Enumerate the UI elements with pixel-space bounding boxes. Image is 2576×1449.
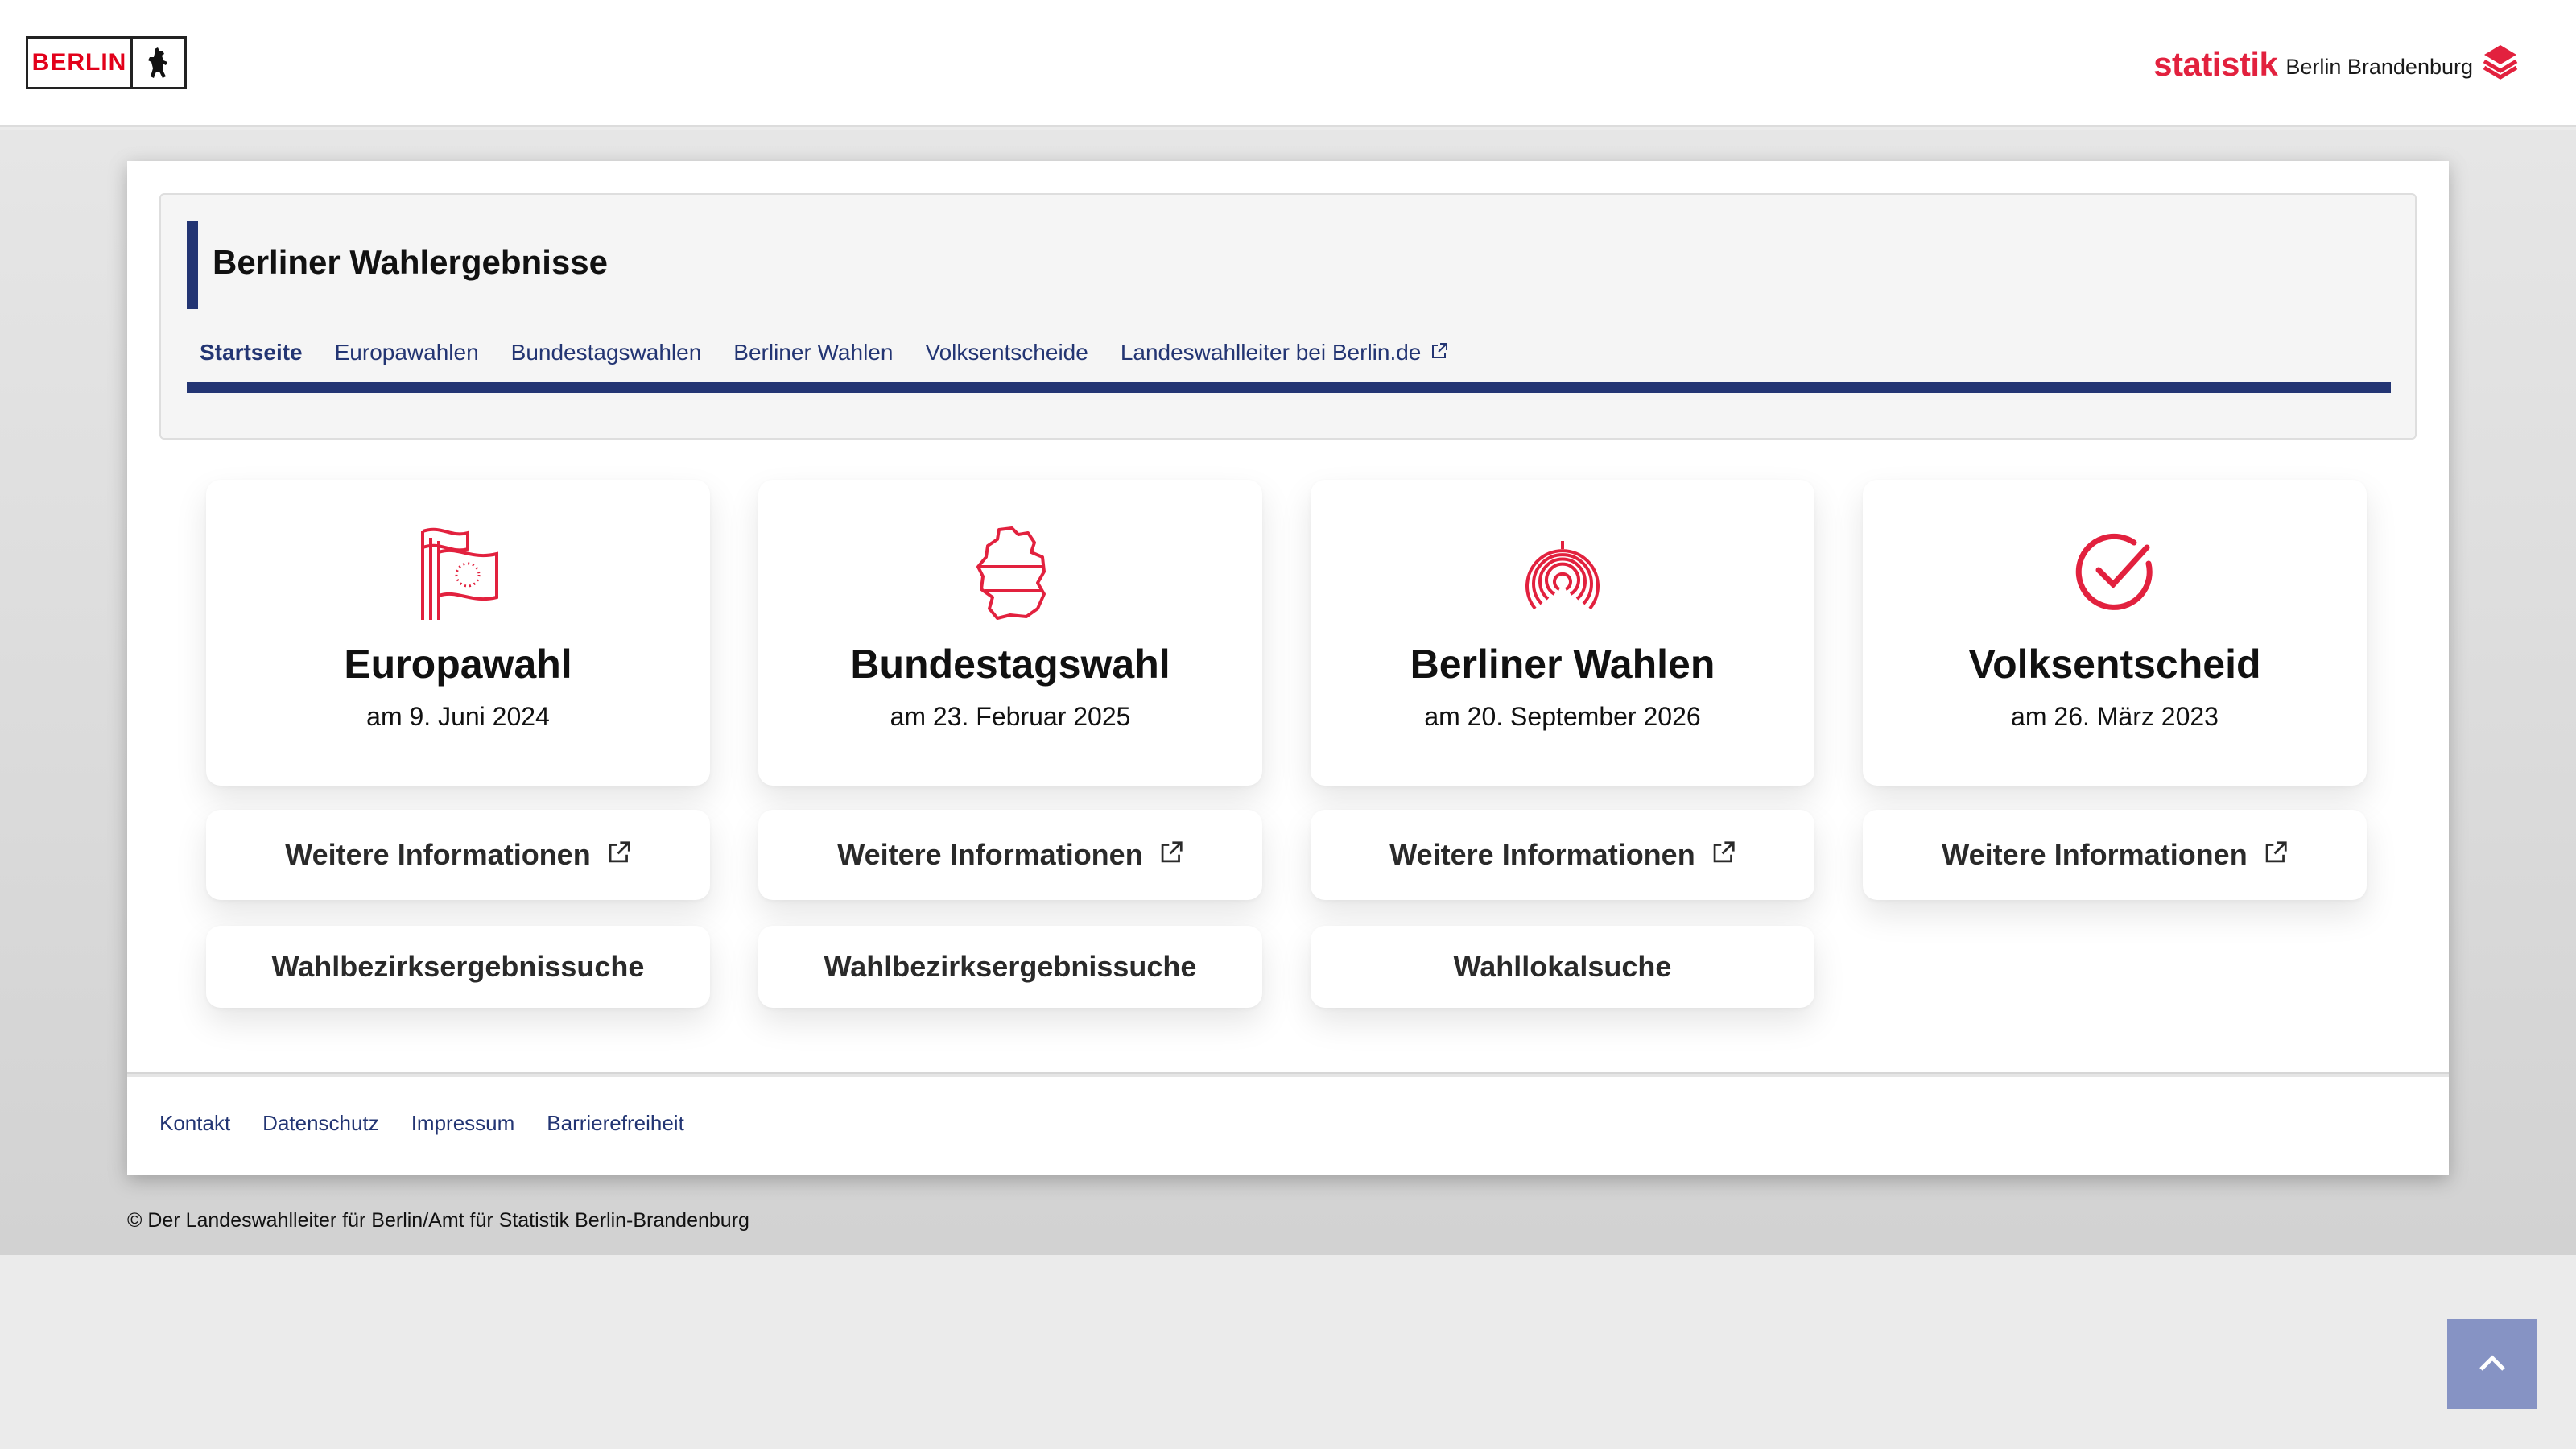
info-button-label: Weitere Informationen: [1942, 838, 2248, 871]
card-volksentscheid[interactable]: Volksentscheid am 26. März 2023: [1863, 480, 2367, 786]
footer-link-kontakt[interactable]: Kontakt: [159, 1111, 230, 1136]
external-link-icon: [1430, 340, 1448, 365]
arc-icon: [1522, 525, 1603, 621]
info-button-berliner-wahlen[interactable]: Weitere Informationen: [1311, 810, 1814, 900]
statistik-cube-icon: [2481, 43, 2520, 86]
chevron-up-icon: [2476, 1352, 2508, 1377]
card-title: Volksentscheid: [1968, 642, 2261, 687]
card-title: Europawahl: [344, 642, 572, 687]
search-button-label: Wahllokalsuche: [1453, 950, 1672, 983]
card-europawahl[interactable]: Europawahl am 9. Juni 2024: [206, 480, 710, 786]
card-title: Bundestagswahl: [850, 642, 1170, 687]
copyright-text: © Der Landeswahlleiter für Berlin/Amt fü…: [127, 1209, 749, 1232]
statistik-word: statistik: [2153, 45, 2278, 83]
footer-link-impressum[interactable]: Impressum: [411, 1111, 515, 1136]
card-title: Berliner Wahlen: [1410, 642, 1715, 687]
info-button-label: Weitere Informationen: [837, 838, 1143, 871]
card-date: am 23. Februar 2025: [890, 702, 1131, 731]
scroll-to-top-button[interactable]: [2447, 1319, 2537, 1409]
berlin-bear-icon: [133, 39, 184, 87]
nav-bundestagswahlen[interactable]: Bundestagswahlen: [511, 340, 702, 365]
card-date: am 26. März 2023: [2011, 702, 2219, 731]
title-accent-bar: [187, 221, 198, 309]
nav-underline: [187, 382, 2391, 393]
external-link-icon: [2264, 838, 2288, 872]
external-link-icon: [1159, 838, 1183, 872]
nav-europawahlen[interactable]: Europawahlen: [335, 340, 479, 365]
search-button-europawahl[interactable]: Wahlbezirksergebnissuche: [206, 926, 710, 1008]
card-date: am 20. September 2026: [1424, 702, 1701, 731]
search-button-berliner-wahlen[interactable]: Wahllokalsuche: [1311, 926, 1814, 1008]
card-bundestagswahl[interactable]: Bundestagswahl am 23. Februar 2025: [758, 480, 1262, 786]
card-berliner-wahlen[interactable]: Berliner Wahlen am 20. September 2026: [1311, 480, 1814, 786]
footer-divider: [127, 1072, 2449, 1077]
eu-flag-icon: [418, 525, 498, 621]
info-button-europawahl[interactable]: Weitere Informationen: [206, 810, 710, 900]
main-panel: Berliner Wahlergebnisse Startseite Europ…: [127, 161, 2449, 1175]
nav-startseite[interactable]: Startseite: [200, 340, 303, 365]
info-button-volksentscheid[interactable]: Weitere Informationen: [1863, 810, 2367, 900]
footer-link-datenschutz[interactable]: Datenschutz: [262, 1111, 379, 1136]
info-button-bundestagswahl[interactable]: Weitere Informationen: [758, 810, 1262, 900]
search-button-label: Wahlbezirksergebnissuche: [271, 950, 645, 983]
berlin-logo[interactable]: BERLIN: [26, 36, 187, 89]
page-title: Berliner Wahlergebnisse: [213, 243, 608, 281]
nav-landeswahlleiter-label: Landeswahlleiter bei Berlin.de: [1120, 340, 1422, 365]
footer-nav: Kontakt Datenschutz Impressum Barrierefr…: [159, 1111, 684, 1136]
search-button-bundestagswahl[interactable]: Wahlbezirksergebnissuche: [758, 926, 1262, 1008]
nav-volksentscheide[interactable]: Volksentscheide: [925, 340, 1088, 365]
search-button-label: Wahlbezirksergebnissuche: [824, 950, 1197, 983]
main-nav: Startseite Europawahlen Bundestagswahlen…: [187, 340, 1448, 365]
berlin-logo-text: BERLIN: [28, 39, 133, 87]
external-link-icon: [607, 838, 631, 872]
check-circle-icon: [2074, 525, 2155, 621]
germany-map-icon: [970, 525, 1051, 621]
info-button-label: Weitere Informationen: [1389, 838, 1695, 871]
statistik-region: Berlin Brandenburg: [2285, 54, 2473, 79]
card-date: am 9. Juni 2024: [366, 702, 550, 731]
statistik-logo[interactable]: statistik Berlin Brandenburg: [2153, 42, 2520, 87]
nav-landeswahlleiter[interactable]: Landeswahlleiter bei Berlin.de: [1121, 340, 1449, 365]
nav-berliner-wahlen[interactable]: Berliner Wahlen: [733, 340, 893, 365]
external-link-icon: [1711, 838, 1736, 872]
footer-link-barrierefreiheit[interactable]: Barrierefreiheit: [547, 1111, 684, 1136]
site-title-box: Berliner Wahlergebnisse Startseite Europ…: [159, 193, 2417, 440]
site-header: BERLIN statistik Berlin Brandenburg: [0, 0, 2576, 127]
info-button-label: Weitere Informationen: [285, 838, 591, 871]
